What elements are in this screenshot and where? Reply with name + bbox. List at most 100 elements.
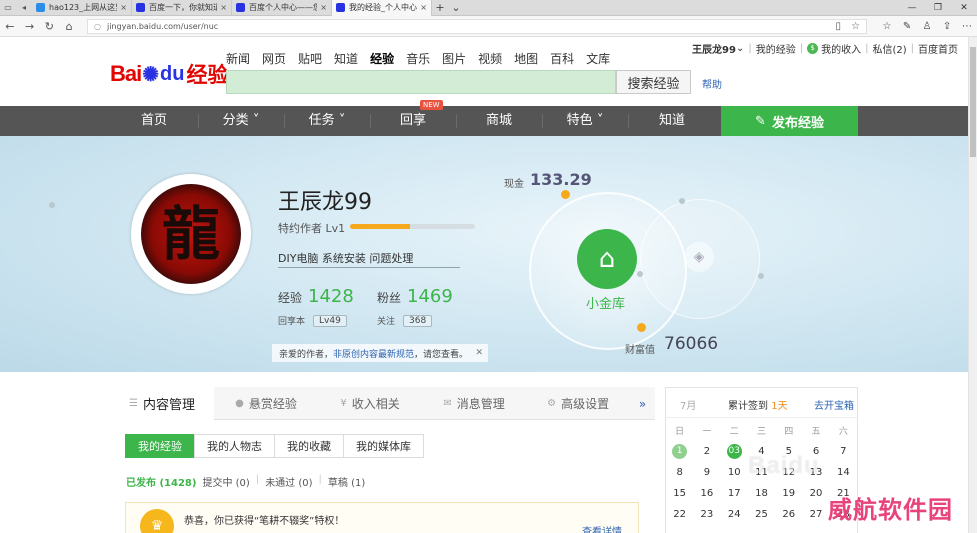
- calendar-day[interactable]: 8: [666, 467, 693, 478]
- tab-close-icon[interactable]: ×: [320, 3, 327, 12]
- calendar-day[interactable]: 26: [775, 509, 802, 520]
- browser-tab[interactable]: hao123_上网从这里开始 ×: [32, 0, 132, 16]
- nav-tasks[interactable]: 任务 ˅: [284, 106, 370, 136]
- tab-income[interactable]: ¥ 收入相关: [318, 387, 422, 420]
- vault-label[interactable]: 小金库: [586, 293, 625, 312]
- nav-category[interactable]: 分类 ˅: [198, 106, 284, 136]
- notice-link[interactable]: 非原创内容最新规范: [333, 347, 414, 360]
- search-input[interactable]: [226, 70, 616, 94]
- maximize-icon[interactable]: ❐: [925, 0, 951, 16]
- site-info-icon[interactable]: ○: [94, 22, 101, 31]
- subtab-my-jingyan[interactable]: 我的经验: [125, 434, 195, 458]
- huixiang-value[interactable]: Lv49: [313, 314, 347, 327]
- calendar-day[interactable]: 19: [775, 488, 802, 499]
- calendar-day[interactable]: 25: [748, 509, 775, 520]
- filter-submitting[interactable]: 提交中 (0): [202, 474, 249, 489]
- scrollbar-thumb[interactable]: [970, 47, 976, 157]
- favorites-icon[interactable]: ☆: [877, 21, 897, 32]
- close-window-icon[interactable]: ✕: [951, 0, 977, 16]
- tab-close-icon[interactable]: ×: [220, 3, 227, 12]
- nav-link-music[interactable]: 音乐: [406, 50, 430, 67]
- calendar-day[interactable]: 18: [748, 488, 775, 499]
- nav-mall[interactable]: 商城: [456, 106, 542, 136]
- new-tab-icon[interactable]: +: [432, 1, 448, 14]
- tab-close-icon[interactable]: ×: [120, 3, 127, 12]
- nav-link-images[interactable]: 图片: [442, 50, 466, 67]
- close-icon[interactable]: ✕: [475, 348, 483, 358]
- browser-tab[interactable]: 百度一下，你就知道 ×: [132, 0, 232, 16]
- nav-link-video[interactable]: 视频: [478, 50, 502, 67]
- more-icon[interactable]: ⋯: [957, 21, 977, 32]
- chevron-down-icon[interactable]: ⌄: [736, 43, 744, 54]
- calendar-day[interactable]: 24: [721, 509, 748, 520]
- baidu-jingyan-logo[interactable]: Bai ✺ du 经验: [110, 59, 228, 89]
- calendar-day[interactable]: 9: [693, 467, 720, 478]
- tab-list-icon[interactable]: ▭: [0, 0, 16, 16]
- nav-link-tieba[interactable]: 贴吧: [298, 50, 322, 67]
- calendar-day[interactable]: 17: [721, 488, 748, 499]
- calendar-day[interactable]: 20: [802, 488, 829, 499]
- calendar-day-today[interactable]: 03: [721, 444, 748, 459]
- calendar-day[interactable]: 22: [666, 509, 693, 520]
- nav-zhidao[interactable]: 知道: [628, 106, 716, 136]
- nav-featured[interactable]: 特色 ˅: [542, 106, 628, 136]
- subtab-people[interactable]: 我的人物志: [194, 434, 275, 458]
- nav-huixiang[interactable]: 回享: [370, 106, 456, 136]
- calendar-day[interactable]: 23: [693, 509, 720, 520]
- nav-link-jingyan[interactable]: 经验: [370, 50, 394, 67]
- tab-messages[interactable]: ✉ 消息管理: [422, 387, 526, 420]
- my-income-link[interactable]: 我的收入: [821, 41, 861, 56]
- follow-value[interactable]: 368: [403, 314, 433, 327]
- my-jingyan-link[interactable]: 我的经验: [756, 41, 796, 56]
- nav-link-map[interactable]: 地图: [514, 50, 538, 67]
- award-details-link[interactable]: 查看详情: [582, 523, 622, 533]
- tabs-more-icon[interactable]: »: [630, 387, 655, 420]
- nav-link-news[interactable]: 新闻: [226, 50, 250, 67]
- layers-icon[interactable]: ◈: [684, 242, 714, 272]
- calendar-day[interactable]: 2: [693, 446, 720, 457]
- baidu-home-link[interactable]: 百度首页: [918, 41, 958, 56]
- help-link[interactable]: 帮助: [702, 76, 722, 91]
- messages-link[interactable]: 私信(2): [872, 41, 906, 56]
- fans-value[interactable]: 1469: [407, 286, 453, 307]
- minimize-icon[interactable]: —: [899, 0, 925, 16]
- profile-tags[interactable]: DIY电脑 系统安装 问题处理: [278, 250, 413, 266]
- nav-link-wenku[interactable]: 文库: [586, 50, 610, 67]
- favorite-star-icon[interactable]: ☆: [851, 21, 860, 32]
- forward-icon[interactable]: →: [20, 20, 40, 33]
- publish-button[interactable]: ✎ 发布经验: [721, 106, 858, 136]
- nav-home[interactable]: 首页: [110, 106, 198, 136]
- avatar[interactable]: 龍: [131, 174, 251, 294]
- browser-tab[interactable]: 百度个人中心——您在百度 ×: [232, 0, 332, 16]
- tab-content-manage[interactable]: ☰ 内容管理: [110, 387, 215, 420]
- tab-settings[interactable]: ⚙ 高级设置: [526, 387, 630, 420]
- calendar-day[interactable]: 7: [830, 446, 857, 457]
- filter-drafts[interactable]: 草稿 (1): [328, 474, 365, 489]
- search-button[interactable]: 搜索经验: [616, 70, 691, 94]
- subtab-media[interactable]: 我的媒体库: [343, 434, 424, 458]
- url-input[interactable]: ○ jingyan.baidu.com/user/nuc ▯ ☆: [87, 18, 868, 34]
- refresh-icon[interactable]: ↻: [40, 20, 60, 33]
- filter-rejected[interactable]: 未通过 (0): [265, 474, 312, 489]
- reading-view-icon[interactable]: ▯: [836, 21, 842, 32]
- tab-close-icon[interactable]: ×: [420, 3, 427, 12]
- home-icon[interactable]: ⌂: [59, 20, 79, 33]
- page-scrollbar[interactable]: [968, 37, 977, 533]
- calendar-day[interactable]: 10: [721, 467, 748, 478]
- nav-link-zhidao[interactable]: 知道: [334, 50, 358, 67]
- calendar-day[interactable]: 15: [666, 488, 693, 499]
- browser-tab-active[interactable]: 我的经验_个人中心_百 ×: [332, 0, 432, 16]
- house-yen-icon[interactable]: ⌂: [577, 229, 637, 289]
- calendar-day[interactable]: 27: [802, 509, 829, 520]
- username-menu[interactable]: 王辰龙99: [692, 41, 736, 56]
- cash-value[interactable]: 133.29: [530, 170, 592, 189]
- calendar-day[interactable]: 16: [693, 488, 720, 499]
- exp-value[interactable]: 1428: [308, 286, 354, 307]
- tab-back-icon[interactable]: ◂: [16, 0, 32, 16]
- back-icon[interactable]: ←: [0, 20, 20, 33]
- hub-icon[interactable]: ♙: [917, 21, 937, 32]
- tab-reward[interactable]: ● 悬赏经验: [214, 387, 318, 420]
- open-chest-link[interactable]: 去开宝箱: [814, 397, 854, 412]
- calendar-day[interactable]: 14: [830, 467, 857, 478]
- nav-link-baike[interactable]: 百科: [550, 50, 574, 67]
